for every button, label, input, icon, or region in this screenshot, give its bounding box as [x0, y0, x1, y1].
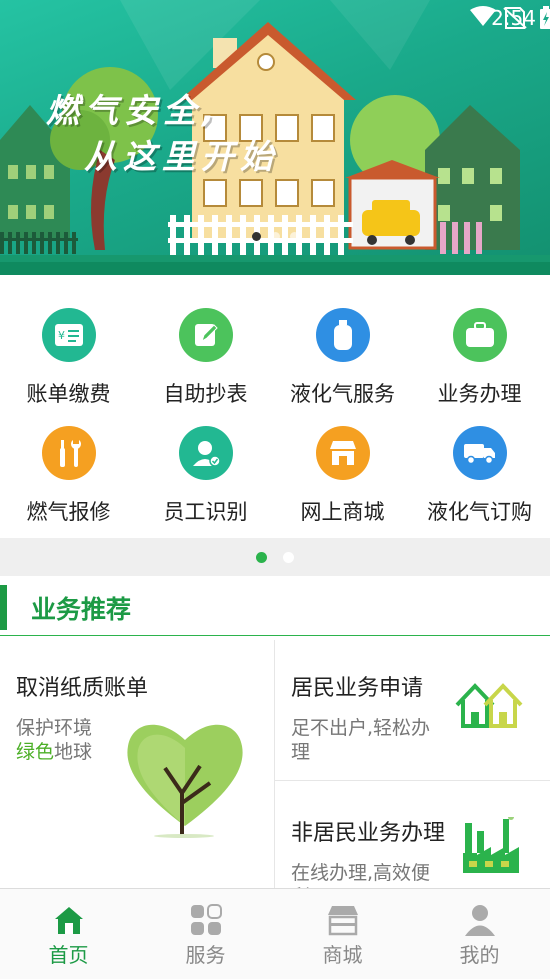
edit-icon: [178, 308, 233, 362]
battery-charging-icon: [540, 6, 550, 29]
banner-carousel[interactable]: 2:54 燃气安全, 从这里开始: [0, 0, 550, 275]
page-dot[interactable]: [256, 551, 267, 563]
app-screen: 2:54 燃气安全, 从这里开始 ¥ 账单缴费 自助抄表 液化气服务 业务办理 …: [0, 0, 550, 979]
service-label: 液化气订购: [427, 500, 532, 524]
home-icon: [54, 907, 83, 934]
card-title: 取消纸质账单: [16, 676, 149, 701]
banner-indicator: [252, 232, 299, 241]
staff-id-icon: [178, 426, 233, 480]
section-title: 业务推荐: [31, 595, 132, 624]
tab-label: 商城: [322, 943, 363, 967]
section-accent-bar: [0, 585, 7, 630]
card-nonresident-service[interactable]: 非居民业务办理 在线办理,高效便利: [275, 781, 550, 888]
service-lpg-order[interactable]: 液化气订购: [411, 414, 548, 532]
service-online-mall[interactable]: 网上商城: [274, 414, 411, 532]
service-label: 业务办理: [437, 382, 522, 406]
service-label: 员工识别: [163, 500, 248, 524]
grid-page-indicator: [0, 538, 550, 576]
service-label: 自助抄表: [163, 382, 248, 406]
repair-tools-icon: [41, 426, 96, 480]
tab-services[interactable]: 服务: [137, 889, 274, 979]
tab-mall[interactable]: 商城: [274, 889, 411, 979]
status-time: 2:54: [491, 6, 536, 30]
service-gas-repair[interactable]: 燃气报修: [0, 414, 137, 532]
section-header: 业务推荐: [0, 582, 550, 636]
bottom-tab-bar: 首页 服务 商城 我的: [0, 888, 550, 979]
banner-slogan-line1: 燃气安全,: [46, 91, 221, 130]
service-grid: ¥ 账单缴费 自助抄表 液化气服务 业务办理 燃气报修 员工识别 网上商城 液化…: [0, 296, 550, 536]
service-self-meter-reading[interactable]: 自助抄表: [137, 296, 274, 414]
service-business-handling[interactable]: 业务办理: [411, 296, 548, 414]
heart-tree-icon: [127, 724, 243, 838]
card-desc: 足不出户,轻松办理: [291, 717, 431, 763]
card-desc-highlight: 绿色: [16, 741, 55, 763]
tab-profile[interactable]: 我的: [411, 889, 548, 979]
status-bar: 2:54: [0, 0, 550, 36]
tab-label: 我的: [459, 943, 500, 967]
banner-dot: [271, 232, 280, 241]
service-lpg[interactable]: 液化气服务: [274, 296, 411, 414]
houses-icon: [455, 683, 523, 728]
page-dot[interactable]: [283, 551, 294, 563]
factory-icon: [463, 817, 519, 873]
card-desc: 保护环境 绿色地球: [16, 716, 92, 764]
section-divider: [0, 635, 550, 636]
card-desc: 在线办理,高效便利: [291, 862, 431, 888]
service-bill-payment[interactable]: ¥ 账单缴费: [0, 296, 137, 414]
banner-dot: [252, 232, 261, 241]
card-desc-line1: 保护环境: [16, 717, 93, 739]
service-label: 液化气服务: [290, 382, 395, 406]
card-title: 非居民业务办理: [291, 821, 446, 846]
profile-icon: [464, 905, 495, 936]
shop-icon: [315, 426, 370, 480]
card-title: 居民业务申请: [291, 676, 424, 701]
delivery-truck-icon: [452, 426, 507, 480]
tab-label: 服务: [185, 943, 226, 967]
banner-slogan-line2: 从这里开始: [84, 137, 279, 176]
bill-icon: ¥: [41, 308, 96, 362]
card-desc-rest: 地球: [54, 741, 93, 763]
recommendation-cards: 取消纸质账单 保护环境 绿色地球 居民业务申请 足不出户,轻松办理 非居民业务办…: [0, 640, 550, 888]
tab-home[interactable]: 首页: [0, 889, 137, 979]
gas-cylinder-icon: [315, 308, 370, 362]
briefcase-icon: [452, 308, 507, 362]
store-icon: [327, 906, 358, 936]
card-resident-service[interactable]: 居民业务申请 足不出户,轻松办理: [275, 640, 550, 780]
tab-label: 首页: [48, 943, 89, 967]
card-paperless-bill[interactable]: 取消纸质账单 保护环境 绿色地球: [0, 640, 274, 888]
service-label: 燃气报修: [26, 500, 111, 524]
banner-dot: [290, 232, 299, 241]
service-label: 账单缴费: [26, 382, 111, 406]
grid-icon: [190, 904, 222, 935]
svg-text:¥: ¥: [58, 329, 65, 342]
service-staff-id[interactable]: 员工识别: [137, 414, 274, 532]
service-label: 网上商城: [300, 500, 385, 524]
